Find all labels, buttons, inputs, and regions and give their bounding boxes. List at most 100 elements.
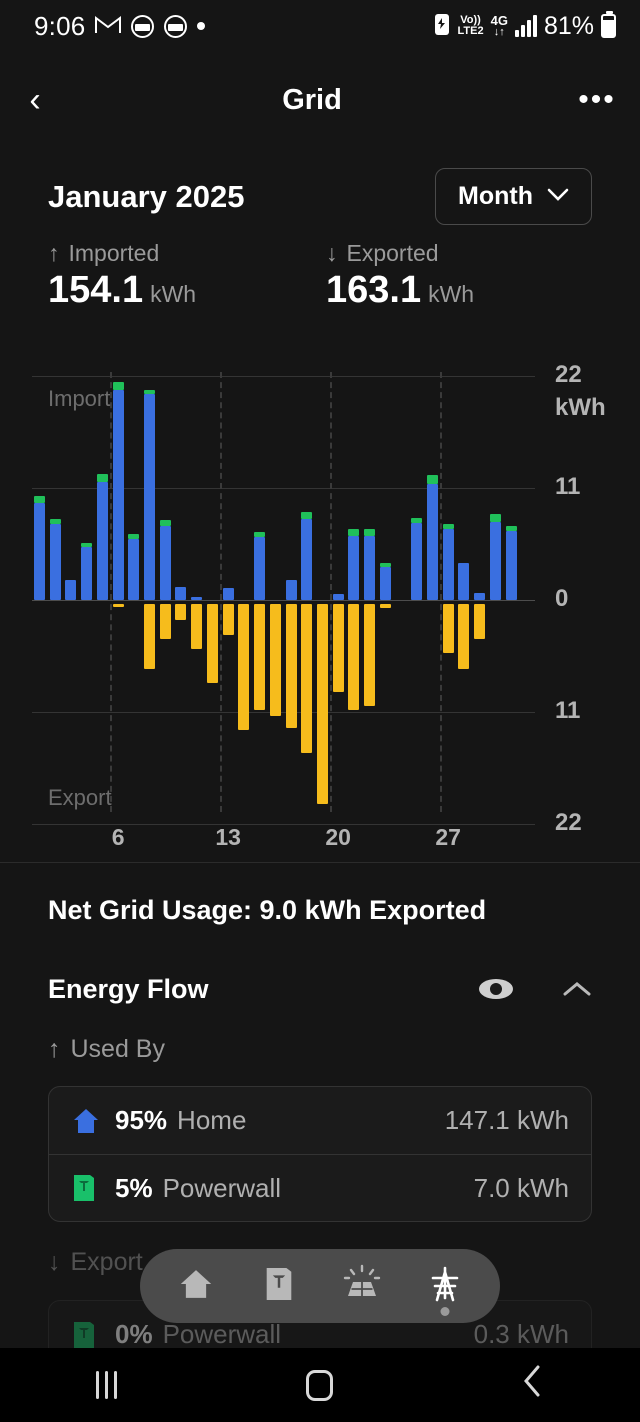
chart-bar-powerwall-cap [379, 563, 391, 568]
row-name: Powerwall [162, 1172, 282, 1203]
chart-bar-import[interactable] [426, 483, 438, 600]
bottom-nav-pill [140, 1249, 500, 1323]
system-navigation-bar [0, 1348, 640, 1422]
chart-bar-import[interactable] [96, 481, 108, 600]
chart-bar-import[interactable] [379, 567, 391, 600]
chart-bar-export[interactable] [285, 604, 297, 729]
chart-bar-import[interactable] [191, 596, 203, 600]
chart-bar-import[interactable] [474, 592, 486, 600]
powerwall-icon [263, 1264, 295, 1309]
back-chevron-icon [521, 1364, 545, 1406]
chart-bar-export[interactable] [222, 604, 234, 635]
chart-bar-export[interactable] [348, 604, 360, 710]
chart-bar-export[interactable] [301, 604, 313, 753]
nav-item-powerwall[interactable] [251, 1258, 307, 1314]
chart-bar-export[interactable] [364, 604, 376, 706]
chart-bar-import[interactable] [301, 518, 313, 600]
exported-unit: kWh [428, 281, 475, 307]
chart-bar-export[interactable] [191, 604, 203, 649]
home-button[interactable] [213, 1369, 426, 1401]
chart-bar-powerwall-cap [96, 473, 108, 482]
chart-bar-import[interactable] [112, 390, 124, 600]
energy-flow-header[interactable]: Energy Flow [48, 973, 592, 1005]
chart-bar-import[interactable] [442, 528, 454, 600]
overflow-menu-button[interactable]: ••• [554, 83, 640, 117]
row-amount: 147.1 kWh [444, 1105, 569, 1135]
chart-bar-export[interactable] [316, 604, 328, 804]
nav-item-home[interactable] [168, 1258, 224, 1314]
chart-bar-export[interactable] [269, 604, 281, 716]
list-item[interactable]: 95% Home 147.1 kWh [49, 1087, 591, 1154]
exported-value-group: 163.1 kWh [326, 269, 604, 312]
chart-bar-import[interactable] [222, 587, 234, 600]
section-divider [0, 862, 640, 863]
chart-bar-export[interactable] [254, 604, 266, 710]
y-axis-tick-label: 22 [555, 809, 582, 836]
chart-bar-import[interactable] [285, 579, 297, 600]
chart-bar-export[interactable] [332, 604, 344, 692]
chart-bar-import[interactable] [254, 536, 266, 600]
chart-bar-export[interactable] [442, 604, 454, 653]
eye-icon[interactable] [476, 976, 516, 1002]
nav-item-solar[interactable] [334, 1258, 390, 1314]
status-bar: 9:06 Vo)) LTE2 4G ↓↑ 81% [0, 0, 640, 52]
x-axis-tick-label: 20 [325, 824, 351, 850]
chart-bar-import[interactable] [175, 586, 187, 600]
chart-bar-export[interactable] [474, 604, 486, 639]
chart-bar-import[interactable] [348, 535, 360, 600]
imported-total: ↑ Imported 154.1 kWh [48, 240, 326, 312]
battery-percent-label: 81% [543, 11, 594, 40]
chart-bar-import[interactable] [332, 593, 344, 600]
nav-item-grid[interactable] [417, 1258, 473, 1316]
chart-bar-import[interactable] [128, 538, 140, 600]
imported-value: 154.1 [48, 269, 144, 311]
chart-week-separator [110, 372, 113, 812]
chart-bar-export[interactable] [144, 604, 156, 670]
row-name: Powerwall [162, 1319, 282, 1349]
powerwall-icon [71, 1319, 115, 1351]
chart-bar-powerwall-cap [505, 525, 517, 531]
imported-label: Imported [68, 240, 160, 266]
row-amount: 0.3 kWh [473, 1319, 569, 1349]
chart-bar-import[interactable] [458, 563, 470, 600]
chart-bar-import[interactable] [489, 521, 501, 600]
chart-bar-import[interactable] [65, 579, 77, 600]
network-generation-icon: 4G ↓↑ [490, 13, 508, 38]
imported-value-group: 154.1 kWh [48, 269, 326, 312]
range-selector-button[interactable]: Month [435, 168, 592, 225]
chart-bar-import[interactable] [505, 530, 517, 600]
y-axis-unit-label: kWh [555, 394, 606, 421]
chart-bar-import[interactable] [144, 394, 156, 600]
chart-bar-powerwall-cap [159, 519, 171, 526]
period-label: January 2025 [48, 178, 245, 214]
list-item[interactable]: 5% Powerwall 7.0 kWh [49, 1154, 591, 1221]
volte-icon: Vo)) LTE2 [457, 14, 484, 37]
imported-unit: kWh [150, 281, 197, 307]
exported-to-section-label: ↓ Export [48, 1248, 143, 1277]
chart-plot-area[interactable] [32, 372, 535, 825]
chart-bar-import[interactable] [411, 522, 423, 600]
chart-bar-export[interactable] [159, 604, 171, 639]
chart-bar-import[interactable] [81, 547, 93, 600]
chart-bar-import[interactable] [49, 523, 61, 600]
chart-bar-export[interactable] [175, 604, 187, 621]
chart-bar-import[interactable] [159, 525, 171, 600]
grid-energy-chart[interactable]: Import Export 22 11 0 11 22 kWh 6 13 20 27 [0, 361, 640, 862]
system-back-button[interactable] [427, 1364, 640, 1406]
chart-bar-export[interactable] [206, 604, 218, 684]
chart-bar-powerwall-cap [489, 514, 501, 522]
signal-bars-icon [514, 15, 537, 37]
chart-bar-import[interactable] [34, 503, 45, 600]
chart-gridline [32, 712, 535, 713]
back-button[interactable]: ‹ [0, 83, 70, 117]
recents-button[interactable] [0, 1371, 213, 1399]
chart-bar-export[interactable] [112, 604, 124, 608]
import-axis-label: Import [48, 386, 111, 411]
chart-bar-export[interactable] [458, 604, 470, 670]
chart-bar-export[interactable] [238, 604, 250, 731]
y-axis-tick-label: 11 [555, 697, 581, 724]
chart-bar-export[interactable] [379, 604, 391, 609]
x-axis-tick-label: 13 [215, 824, 241, 850]
chevron-up-icon[interactable] [562, 973, 592, 1005]
chart-bar-import[interactable] [364, 535, 376, 600]
